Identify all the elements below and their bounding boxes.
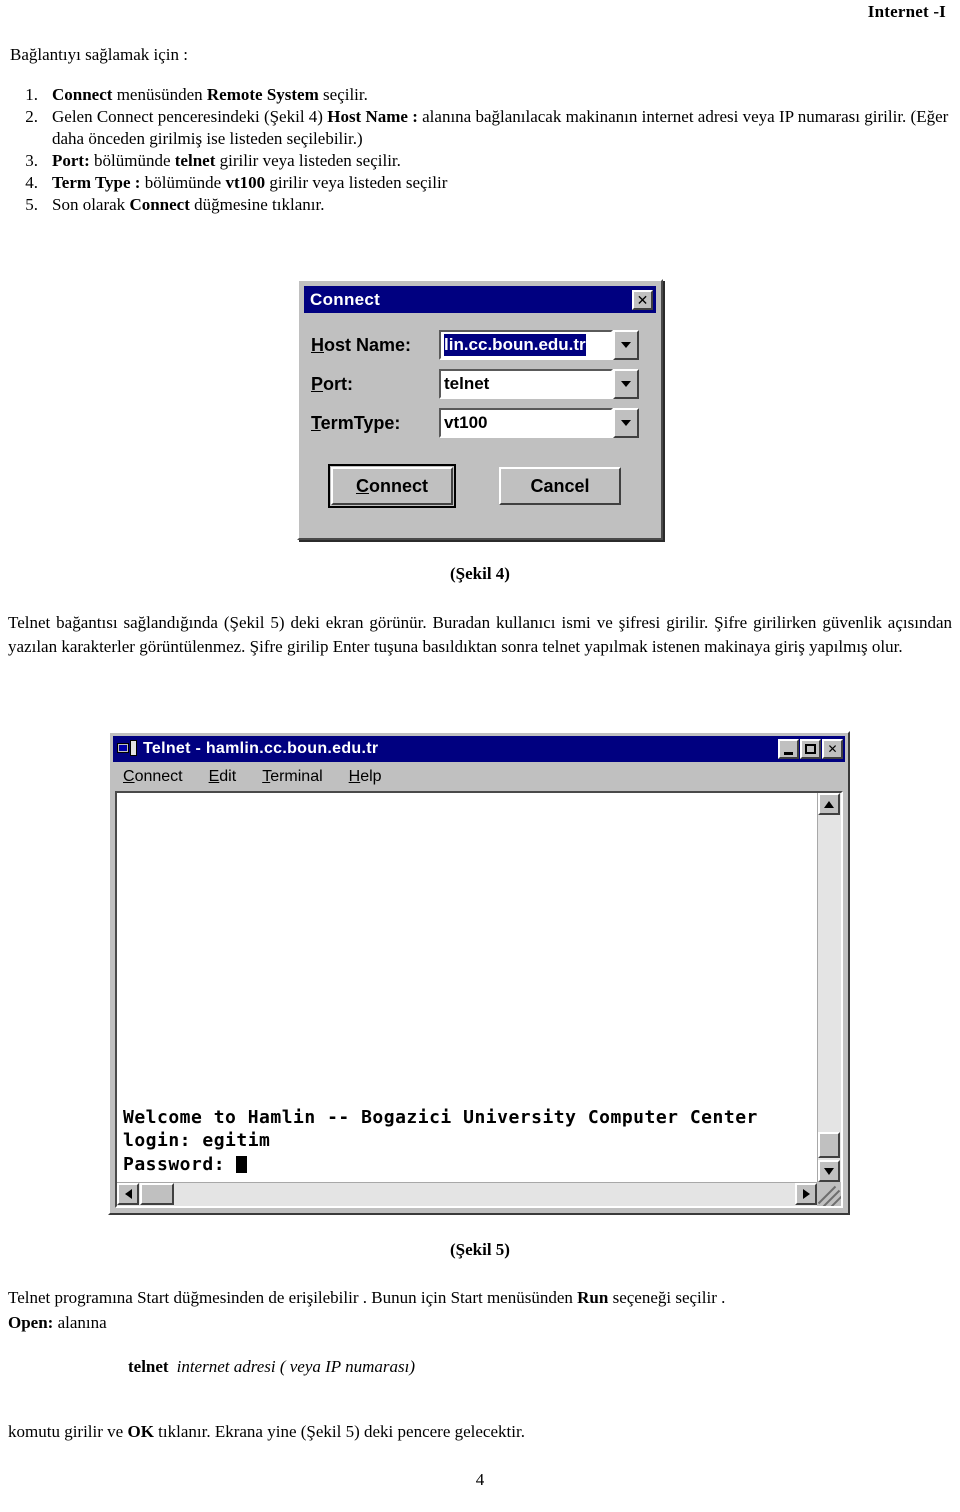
command-example: telnet internet adresi ( veya IP numarası… <box>8 1355 952 1380</box>
step-number: 3. <box>25 151 38 171</box>
step-item: 4. Term Type : bölümünde vt100 girilir ve… <box>10 172 950 194</box>
connect-dialog: Connect ✕ Host Name: lin.cc.boun.edu.tr … <box>297 279 663 540</box>
connect-dialog-fields: Host Name: lin.cc.boun.edu.tr Port: teln… <box>299 329 661 446</box>
paragraph-bottom-line2: Open: alanına <box>8 1312 107 1332</box>
termtype-row: TermType: vt100 <box>299 407 661 439</box>
vertical-scroll-thumb[interactable] <box>818 1132 840 1158</box>
minimize-icon[interactable] <box>778 739 799 759</box>
step-text: Son olarak Connect düğmesine tıklanır. <box>52 195 325 215</box>
close-icon[interactable]: ✕ <box>822 739 843 759</box>
port-input[interactable]: telnet <box>439 369 613 399</box>
vertical-scrollbar[interactable] <box>817 793 841 1182</box>
resize-grip-icon[interactable] <box>817 1182 841 1206</box>
connect-dialog-title: Connect <box>310 289 381 309</box>
page-number: 4 <box>475 1470 485 1489</box>
horizontal-scrollbar[interactable] <box>117 1182 817 1206</box>
menu-item-terminal[interactable]: Terminal <box>262 768 322 786</box>
scroll-right-icon[interactable] <box>795 1183 817 1205</box>
intro-line: Bağlantıyı sağlamak için : <box>10 45 188 64</box>
chevron-down-icon[interactable] <box>613 330 639 360</box>
step-item: 2. Gelen Connect penceresindeki (Şekil 4)… <box>10 106 950 150</box>
step-text: Term Type : bölümünde vt100 girilir veya… <box>52 173 448 193</box>
connect-dialog-titlebar: Connect ✕ <box>304 286 656 313</box>
termtype-input[interactable]: vt100 <box>439 408 613 438</box>
paragraph-bottom: Telnet programına Start düğmesinden de e… <box>8 1286 952 1445</box>
terminal-line: Password: <box>123 1153 758 1176</box>
figure-5-caption: (Şekil 5) <box>450 1240 510 1259</box>
figure-4-caption: (Şekil 4) <box>450 564 510 583</box>
paragraph-middle: Telnet bağantısı sağlandığında (Şekil 5)… <box>8 613 952 656</box>
maximize-icon[interactable] <box>800 739 821 759</box>
port-row: Port: telnet <box>299 368 661 400</box>
chevron-down-icon[interactable] <box>613 369 639 399</box>
command-keyword: telnet <box>128 1357 169 1377</box>
document-page: Internet -I Bağlantıyı sağlamak için : 1… <box>0 0 960 1512</box>
terminal-cursor <box>236 1155 248 1173</box>
host-name-row: Host Name: lin.cc.boun.edu.tr <box>299 329 661 361</box>
step-item: 5. Son olarak Connect düğmesine tıklanır. <box>10 194 950 216</box>
step-number: 5. <box>25 195 38 215</box>
step-item: 1. Connect menüsünden Remote System seçil… <box>10 84 950 106</box>
menu-item-edit[interactable]: Edit <box>209 768 237 786</box>
terminal-line: Welcome to Hamlin -- Bogazici University… <box>123 1106 758 1128</box>
step-number: 2. <box>25 107 38 127</box>
steps-list: 1. Connect menüsünden Remote System seçil… <box>10 84 950 217</box>
telnet-menubar: Connect Edit Terminal Help <box>113 764 845 790</box>
chevron-down-icon[interactable] <box>613 408 639 438</box>
host-name-input[interactable]: lin.cc.boun.edu.tr <box>439 330 613 360</box>
step-text: Gelen Connect penceresindeki (Şekil 4) H… <box>52 107 949 149</box>
menu-item-help[interactable]: Help <box>349 768 382 786</box>
step-item: 3. Port: bölümünde telnet girilir veya li… <box>10 150 950 172</box>
terminal-line: login: egitim <box>123 1130 271 1152</box>
step-number: 4. <box>25 173 38 193</box>
command-argument: internet adresi ( veya IP numarası) <box>176 1357 416 1377</box>
host-name-combobox[interactable]: lin.cc.boun.edu.tr <box>439 330 639 360</box>
scroll-up-icon[interactable] <box>818 793 840 815</box>
port-label: Port: <box>311 373 354 394</box>
termtype-label: TermType: <box>311 412 401 433</box>
computer-icon <box>117 740 137 758</box>
close-icon[interactable]: ✕ <box>632 289 653 310</box>
step-number: 1. <box>25 85 38 104</box>
port-combobox[interactable]: telnet <box>439 369 639 399</box>
terminal-text: Welcome to Hamlin -- Bogazici University… <box>123 1106 758 1176</box>
paragraph-bottom-line1: Telnet programına Start düğmesinden de e… <box>8 1288 726 1307</box>
telnet-titlebar: Telnet - hamlin.cc.boun.edu.tr ✕ <box>113 736 845 762</box>
window-controls: ✕ <box>777 739 843 759</box>
telnet-window-title: Telnet - hamlin.cc.boun.edu.tr <box>143 740 379 757</box>
terminal-screen[interactable]: Welcome to Hamlin -- Bogazici University… <box>117 793 817 1182</box>
document-header-title: Internet -I <box>867 2 946 21</box>
telnet-client-area: Welcome to Hamlin -- Bogazici University… <box>115 791 843 1208</box>
termtype-combobox[interactable]: vt100 <box>439 408 639 438</box>
host-name-label: Host Name: <box>311 334 412 355</box>
connect-dialog-buttons: Connect Cancel <box>299 464 661 508</box>
scroll-left-icon[interactable] <box>117 1183 139 1205</box>
step-text: Port: bölümünde telnet girilir veya list… <box>52 151 401 171</box>
host-name-value: lin.cc.boun.edu.tr <box>444 334 586 356</box>
step-text: Connect menüsünden Remote System seçilir… <box>52 85 368 104</box>
paragraph-bottom-line3: komutu girilir ve OK tıklanır. Ekrana yi… <box>8 1421 525 1441</box>
telnet-window: Telnet - hamlin.cc.boun.edu.tr ✕ Connect… <box>108 731 850 1215</box>
connect-button[interactable]: Connect <box>328 464 456 508</box>
scroll-down-icon[interactable] <box>818 1160 840 1182</box>
cancel-button[interactable]: Cancel <box>499 467 621 505</box>
horizontal-scroll-thumb[interactable] <box>140 1183 174 1205</box>
menu-item-connect[interactable]: Connect <box>123 768 183 786</box>
